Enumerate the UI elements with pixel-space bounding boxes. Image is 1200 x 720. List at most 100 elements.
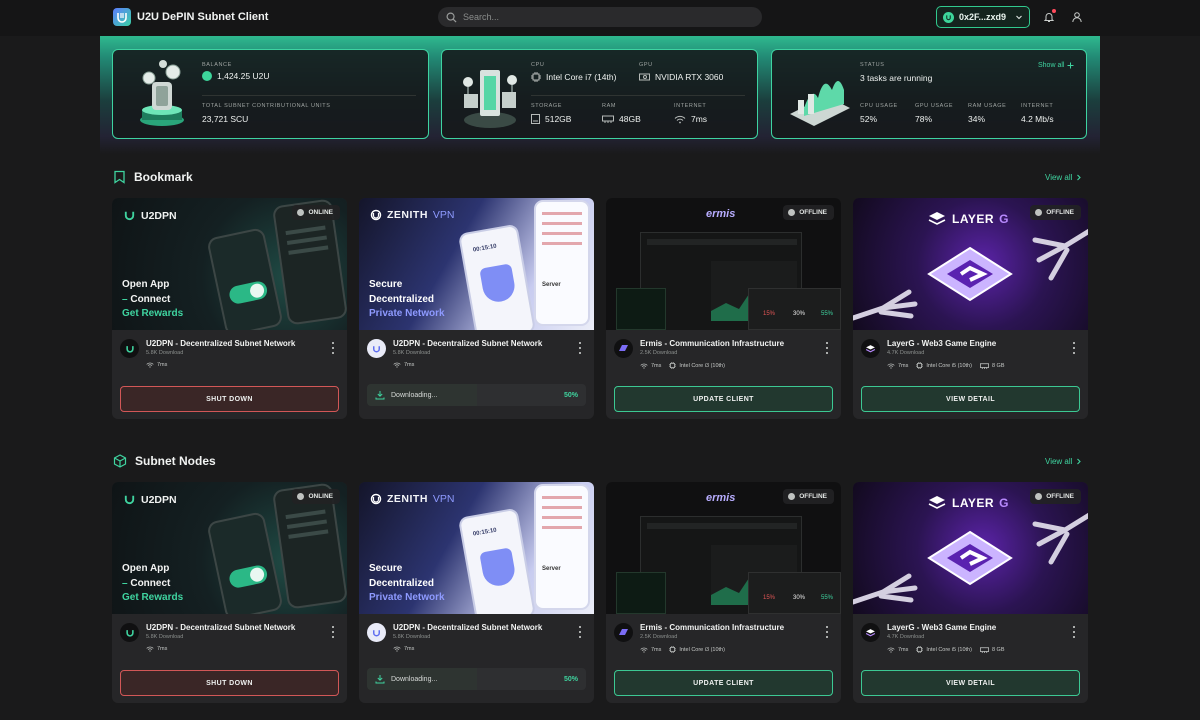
wifi-icon bbox=[146, 646, 154, 652]
download-percent: 50% bbox=[563, 391, 578, 399]
terminal-panel bbox=[616, 572, 666, 614]
app-info: U2DPN - Decentralized Subnet Network 5.8… bbox=[367, 622, 586, 662]
cpu-icon bbox=[669, 362, 677, 369]
status-dot bbox=[788, 209, 796, 216]
app-specs: 7ms Intel Core i3 (10th) bbox=[640, 646, 725, 653]
app-info: LayerG - Web3 Game Engine 4.7K Download … bbox=[861, 622, 1080, 662]
banner-brand: U2DPN bbox=[141, 493, 177, 506]
more-options-icon[interactable] bbox=[576, 341, 584, 355]
show-all-link[interactable]: Show all bbox=[1038, 62, 1074, 69]
banner-line1: Secure bbox=[369, 279, 403, 290]
view-all-label: View all bbox=[1045, 173, 1073, 182]
app-info: U2DPN - Decentralized Subnet Network 5.8… bbox=[120, 338, 339, 378]
app-card-zenith-vpn[interactable]: ZENITH VPN Secure Decentralized Private … bbox=[359, 482, 594, 703]
app-latency: 7ms bbox=[404, 646, 415, 652]
app-specs: 7ms bbox=[146, 646, 167, 652]
cpu-icon bbox=[916, 362, 924, 369]
app-downloads: 5.8K Download bbox=[146, 634, 184, 640]
app-info: U2DPN - Decentralized Subnet Network 5.8… bbox=[120, 622, 339, 662]
status-dot bbox=[297, 493, 305, 500]
cpu-value: Intel Core i7 (14th) bbox=[546, 72, 617, 82]
app-downloads: 2.5K Download bbox=[640, 634, 678, 640]
shut-down-button[interactable]: SHUT DOWN bbox=[120, 670, 339, 696]
bookmark-section-header: Bookmark bbox=[113, 170, 193, 184]
wallet-button[interactable]: 0x2F...zxd9 bbox=[936, 6, 1030, 28]
app-card-ermis[interactable]: ermis 15% 30% 55% OFFLINE Ermis - Commun… bbox=[606, 482, 841, 703]
app-name: Ermis - Communication Infrastructure bbox=[640, 339, 785, 348]
view-detail-button[interactable]: VIEW DETAIL bbox=[861, 670, 1080, 696]
app-specs: 7ms Intel Core i3 (10th) bbox=[640, 362, 725, 369]
phone-mockup: Server bbox=[534, 484, 590, 610]
hero-panel: BALANCE 1,424.25 U2U TOTAL SUBNET CONTRI… bbox=[100, 36, 1100, 154]
more-options-icon[interactable] bbox=[329, 625, 337, 639]
status-badge: OFFLINE bbox=[1030, 205, 1081, 220]
phone-mockup bbox=[206, 227, 284, 330]
app-cpu: Intel Core i5 (10th) bbox=[926, 646, 972, 653]
banner-line2: Decentralized bbox=[369, 577, 435, 589]
show-all-label: Show all bbox=[1038, 62, 1065, 69]
app-latency: 7ms bbox=[651, 362, 662, 369]
internet-label: INTERNET bbox=[674, 103, 707, 109]
storage-icon bbox=[531, 114, 540, 124]
app-brand[interactable]: U2U DePIN Subnet Client bbox=[113, 8, 268, 26]
top-bar: U2U DePIN Subnet Client 0x2F...zxd9 bbox=[0, 0, 1200, 36]
badge-text: OFFLINE bbox=[799, 493, 827, 500]
app-card-layerg[interactable]: LAYER G OFFLINE LayerG - Web3 Game Engin… bbox=[853, 482, 1088, 703]
status-value: 3 tasks are running bbox=[860, 73, 933, 83]
profile-button[interactable] bbox=[1071, 10, 1083, 28]
app-card-u2dpn[interactable]: U2DPN Open App – Connect Get Rewards ONL… bbox=[112, 198, 347, 419]
banner-brand-suffix: G bbox=[999, 496, 1009, 510]
app-info: U2DPN - Decentralized Subnet Network 5.8… bbox=[367, 338, 586, 378]
update-client-button[interactable]: UPDATE CLIENT bbox=[614, 670, 833, 696]
view-all-bookmark-link[interactable]: View all bbox=[1045, 173, 1082, 182]
cpu-usage-value: 52% bbox=[860, 114, 878, 124]
status-badge: OFFLINE bbox=[1030, 489, 1081, 504]
download-icon bbox=[375, 391, 385, 400]
balance-value: 1,424.25 U2U bbox=[217, 71, 270, 81]
app-downloads: 2.5K Download bbox=[640, 350, 678, 356]
internet-usage-value: 4.2 Mb/s bbox=[1021, 114, 1054, 124]
phone-mockup: Server bbox=[534, 200, 590, 326]
banner-line2: Decentralized bbox=[369, 293, 435, 305]
wifi-icon bbox=[674, 115, 686, 123]
wifi-icon bbox=[640, 363, 648, 369]
status-badge: OFFLINE bbox=[783, 205, 834, 220]
app-latency: 7ms bbox=[651, 646, 662, 653]
user-icon bbox=[1072, 12, 1082, 23]
app-avatar bbox=[861, 339, 880, 358]
u2u-logo-icon bbox=[113, 8, 131, 26]
download-status: Downloading... bbox=[391, 391, 438, 399]
app-ram: 8 GB bbox=[991, 362, 1005, 369]
more-options-icon[interactable] bbox=[823, 341, 831, 355]
app-latency: 7ms bbox=[898, 362, 909, 369]
shut-down-button[interactable]: SHUT DOWN bbox=[120, 386, 339, 412]
cpu-usage-label: CPU USAGE bbox=[860, 103, 898, 109]
section-title: Subnet Nodes bbox=[135, 454, 216, 468]
app-card-u2dpn[interactable]: U2DPN Open App – Connect Get Rewards ONL… bbox=[112, 482, 347, 703]
view-all-subnet-nodes-link[interactable]: View all bbox=[1045, 457, 1082, 466]
notification-button[interactable] bbox=[1043, 9, 1056, 28]
app-avatar bbox=[614, 623, 633, 642]
more-options-icon[interactable] bbox=[329, 341, 337, 355]
view-detail-button[interactable]: VIEW DETAIL bbox=[861, 386, 1080, 412]
app-name: U2DPN - Decentralized Subnet Network bbox=[393, 339, 543, 348]
app-card-zenith-vpn[interactable]: ZENITH VPN Secure Decentralized Private … bbox=[359, 198, 594, 419]
banner-brand-suffix: VPN bbox=[432, 209, 455, 221]
cpu-label: CPU bbox=[531, 62, 545, 68]
wifi-icon bbox=[393, 362, 401, 368]
layerg-emblem bbox=[927, 530, 1013, 586]
banner-brand-suffix: G bbox=[999, 212, 1009, 226]
update-client-button[interactable]: UPDATE CLIENT bbox=[614, 386, 833, 412]
more-options-icon[interactable] bbox=[823, 625, 831, 639]
layerg-logo-icon bbox=[865, 628, 876, 636]
search-bar[interactable] bbox=[438, 7, 762, 27]
layerg-emblem bbox=[927, 246, 1013, 302]
app-card-layerg[interactable]: LAYER G OFFLINE LayerG - Web3 Game Engin… bbox=[853, 198, 1088, 419]
more-options-icon[interactable] bbox=[1070, 625, 1078, 639]
status-dot bbox=[297, 209, 305, 216]
more-options-icon[interactable] bbox=[1070, 341, 1078, 355]
banner-line3: Private Network bbox=[369, 592, 445, 603]
more-options-icon[interactable] bbox=[576, 625, 584, 639]
search-input[interactable] bbox=[463, 12, 743, 22]
app-card-ermis[interactable]: ermis 15% 30% 55% OFFLINE Ermis - Commun… bbox=[606, 198, 841, 419]
